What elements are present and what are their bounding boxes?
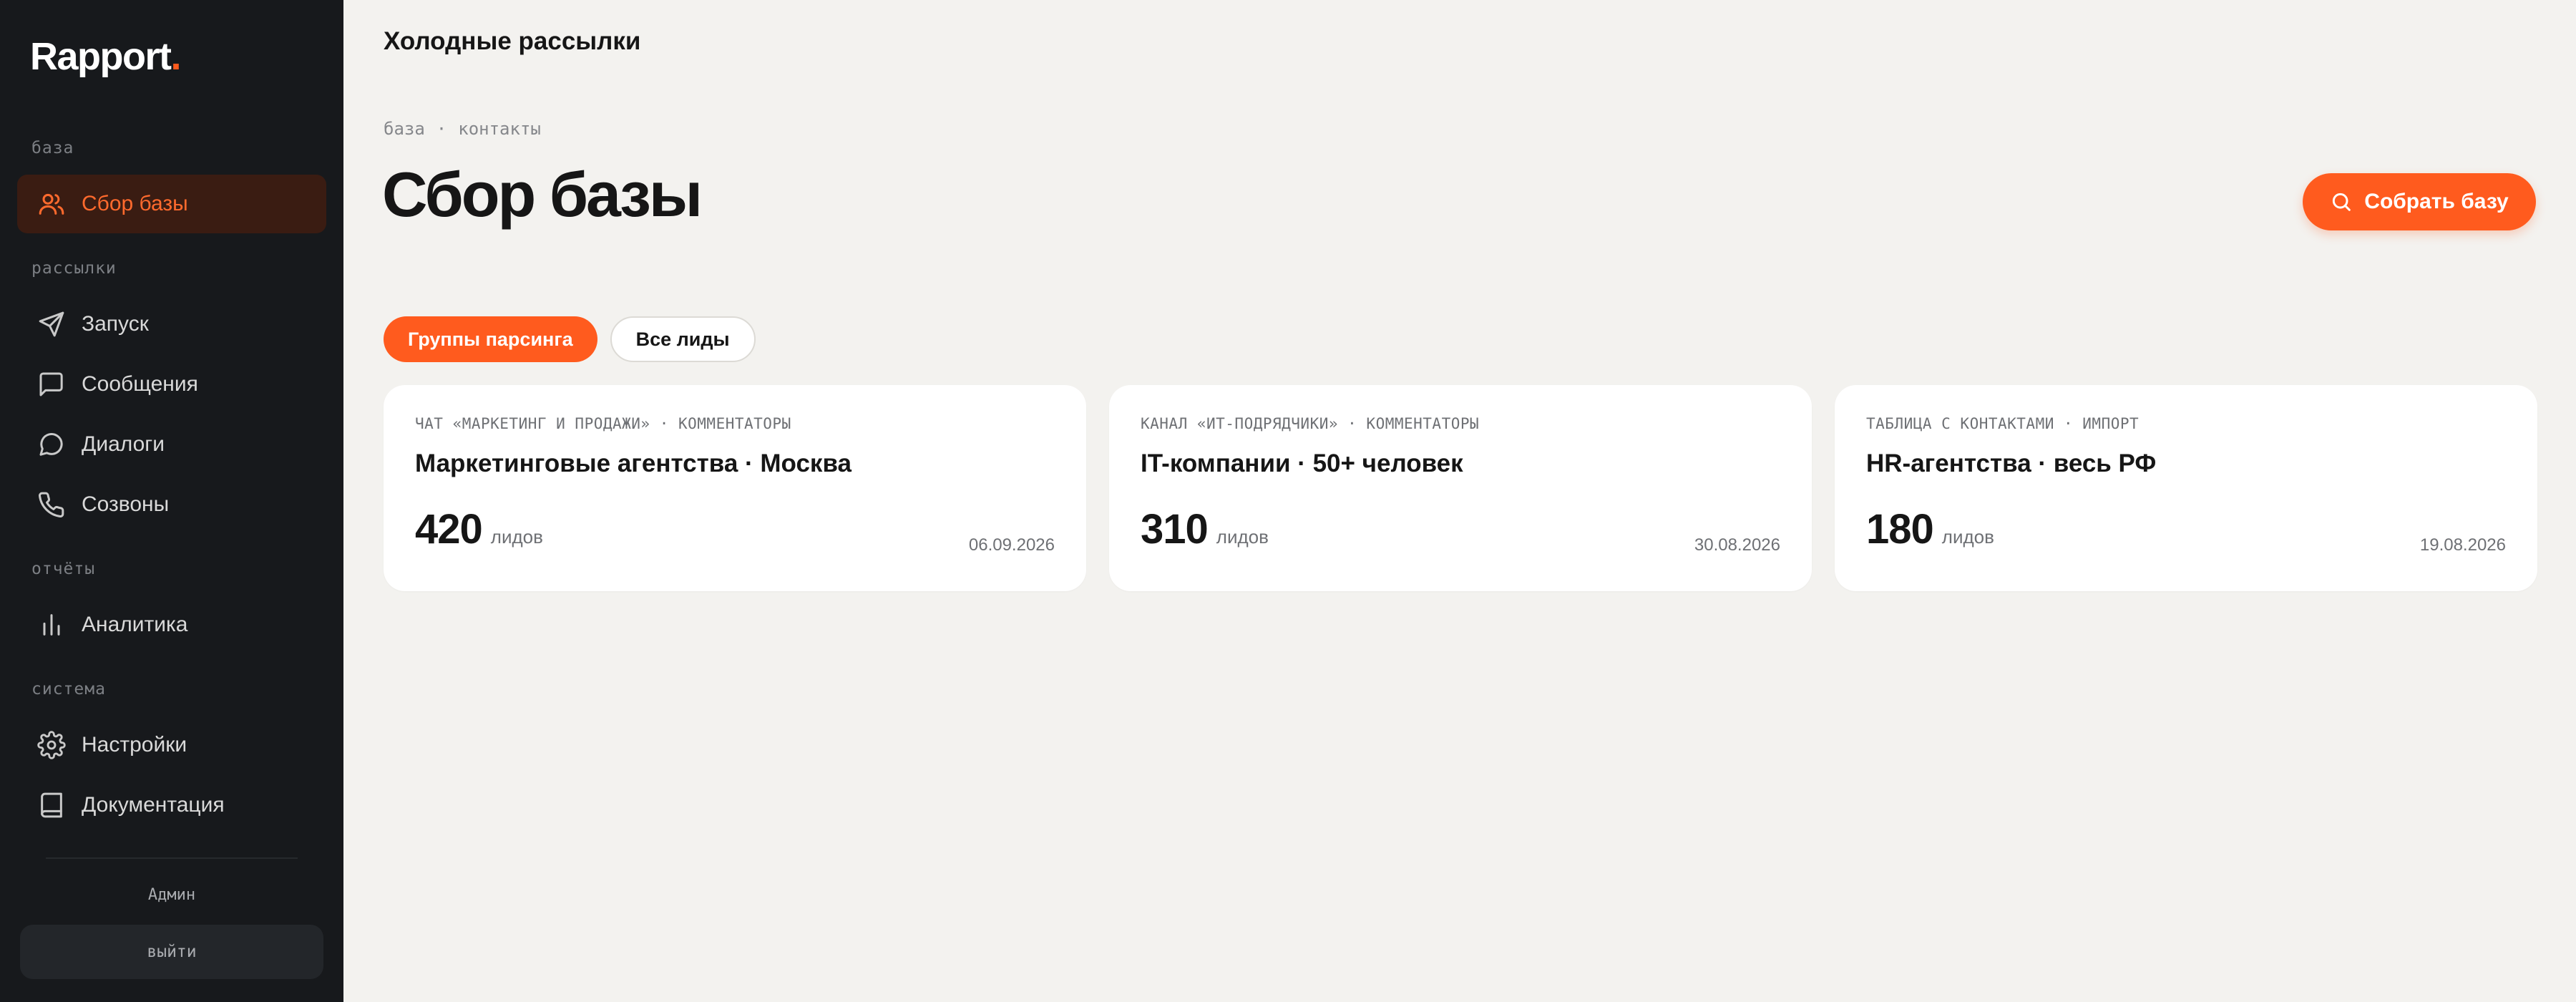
card-title: Маркетинговые агентства · Москва	[415, 449, 852, 477]
sidebar-item-label: Документация	[82, 793, 225, 817]
book-icon	[37, 791, 66, 819]
sidebar-item-label: Запуск	[82, 312, 149, 336]
sidebar-item-settings[interactable]: Настройки	[17, 716, 326, 774]
nav-section-title-system: система	[31, 680, 106, 699]
sidebar-item-label: Сбор базы	[82, 192, 188, 215]
card-lead-count: 420 лидов	[415, 505, 543, 553]
sidebar-item-analytics[interactable]: Аналитика	[17, 595, 326, 654]
sidebar-divider	[46, 857, 298, 859]
bar-chart-icon	[37, 611, 66, 639]
search-icon	[2330, 190, 2353, 213]
card-lead-count: 180 лидов	[1866, 505, 1994, 553]
card-count-unit: лидов	[1941, 526, 1994, 548]
card-count-unit: лидов	[490, 526, 543, 548]
card-count-unit: лидов	[1216, 526, 1269, 548]
brand-logo[interactable]: Rapport.	[30, 33, 181, 80]
breadcrumb: база · контакты	[384, 119, 541, 139]
card-date: 30.08.2026	[1694, 535, 1780, 555]
app-title: Холодные рассылки	[384, 27, 641, 55]
sidebar-item-dialogs[interactable]: Диалоги	[17, 415, 326, 474]
card-source: КАНАЛ «ИТ-ПОДРЯДЧИКИ» · КОММЕНТАТОРЫ	[1141, 415, 1480, 432]
card-date: 06.09.2026	[968, 535, 1055, 555]
page-title: Сбор базы	[382, 159, 703, 230]
tab-all-leads[interactable]: Все лиды	[610, 316, 756, 362]
collect-base-button-label: Собрать базу	[2364, 190, 2509, 213]
message-circle-icon	[37, 430, 66, 459]
card-source: ТАБЛИЦА С КОНТАКТАМИ · ИМПОРТ	[1866, 415, 2140, 432]
sidebar-item-label: Созвоны	[82, 492, 170, 516]
parsing-group-card[interactable]: КАНАЛ «ИТ-ПОДРЯДЧИКИ» · КОММЕНТАТОРЫ IT-…	[1109, 385, 1812, 591]
card-source: ЧАТ «МАРКЕТИНГ И ПРОДАЖИ» · КОММЕНТАТОРЫ	[415, 415, 791, 432]
sidebar-item-calls[interactable]: Созвоны	[17, 475, 326, 534]
sidebar-item-messages[interactable]: Сообщения	[17, 355, 326, 414]
card-title: IT-компании · 50+ человек	[1141, 449, 1463, 477]
phone-icon	[37, 490, 66, 519]
card-count-value: 420	[415, 506, 483, 553]
tab-parsing-groups[interactable]: Группы парсинга	[384, 316, 597, 362]
message-square-icon	[37, 370, 66, 399]
collect-base-button[interactable]: Собрать базу	[2303, 173, 2536, 230]
breadcrumb-item-base[interactable]: база	[384, 119, 425, 139]
card-count-value: 180	[1866, 506, 1934, 553]
parsing-group-card[interactable]: ЧАТ «МАРКЕТИНГ И ПРОДАЖИ» · КОММЕНТАТОРЫ…	[384, 385, 1086, 591]
card-date: 19.08.2026	[2419, 535, 2506, 555]
gear-icon	[37, 731, 66, 759]
tabs: Группы парсинга Все лиды	[384, 316, 756, 362]
sidebar: Rapport. база Сбор базы рассылки Запуск …	[0, 0, 343, 1002]
card-count-value: 310	[1141, 506, 1209, 553]
parsing-groups-list: ЧАТ «МАРКЕТИНГ И ПРОДАЖИ» · КОММЕНТАТОРЫ…	[384, 385, 2537, 591]
sidebar-item-docs[interactable]: Документация	[17, 776, 326, 835]
nav-section-title-base: база	[31, 139, 74, 157]
user-name: Админ	[147, 886, 196, 904]
nav-section-title-mailings: рассылки	[31, 259, 117, 278]
users-icon	[37, 190, 66, 218]
sidebar-item-launch[interactable]: Запуск	[17, 295, 326, 354]
logout-button[interactable]: выйти	[20, 925, 323, 979]
sidebar-item-collect-base[interactable]: Сбор базы	[17, 175, 326, 233]
send-icon	[37, 310, 66, 339]
breadcrumb-separator: ·	[436, 119, 447, 139]
card-title: HR-агентства · весь РФ	[1866, 449, 2157, 477]
sidebar-item-label: Аналитика	[82, 613, 188, 636]
parsing-group-card[interactable]: ТАБЛИЦА С КОНТАКТАМИ · ИМПОРТ HR-агентст…	[1835, 385, 2537, 591]
sidebar-item-label: Диалоги	[82, 432, 165, 456]
card-lead-count: 310 лидов	[1141, 505, 1269, 553]
sidebar-item-label: Настройки	[82, 733, 187, 757]
breadcrumb-item-contacts: контакты	[458, 119, 541, 139]
sidebar-item-label: Сообщения	[82, 372, 198, 396]
nav-section-title-reports: отчёты	[31, 560, 96, 578]
